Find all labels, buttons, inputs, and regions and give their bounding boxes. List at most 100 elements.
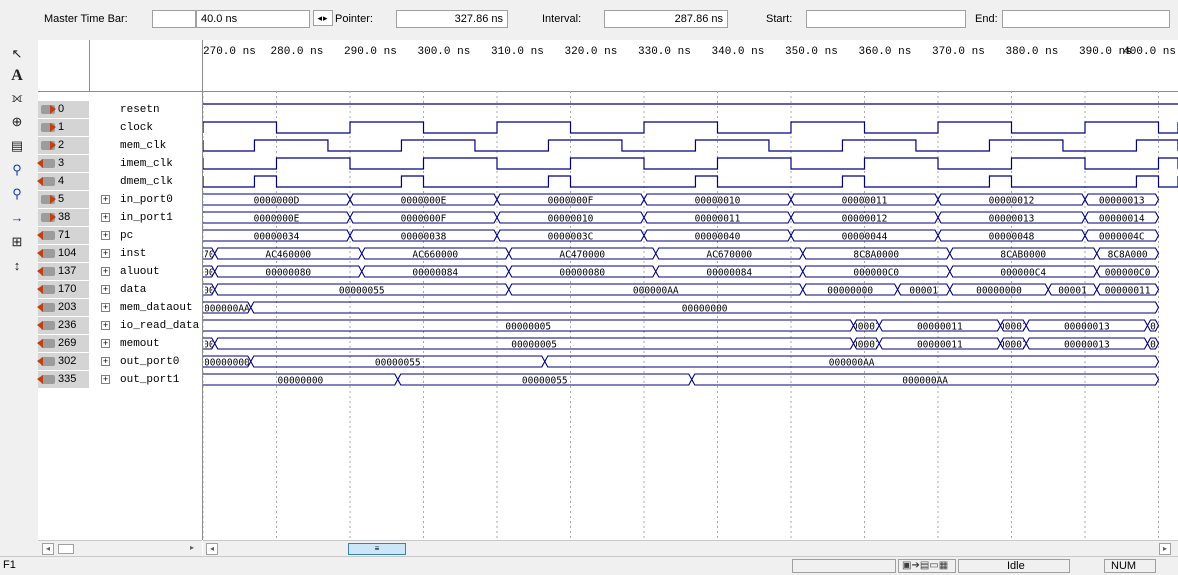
signal-id: 170 [37, 281, 89, 299]
signal-id: 1 [38, 119, 89, 137]
signal-id: 203 [37, 299, 89, 317]
expand-bus-icon[interactable]: + [101, 213, 110, 222]
expand-bus-icon[interactable]: + [101, 195, 110, 204]
bus-value-label: 00000084 [706, 268, 752, 279]
zoom-tool-icon[interactable]: ⊕ [4, 112, 30, 132]
signal-row-memout[interactable]: 269 + memout [37, 335, 202, 353]
bus-value-label: 000000C0 [853, 268, 899, 279]
time-tick-label: 350.0 ns [785, 46, 838, 58]
sort-tool-icon[interactable]: ↕ [4, 256, 30, 276]
signal-id: 335 [37, 371, 89, 389]
signal-row-mem-clk[interactable]: 2 mem_clk [38, 137, 202, 155]
expand-bus-icon[interactable]: + [101, 375, 110, 384]
find-next-tool-icon[interactable]: ⚲ [4, 184, 30, 204]
interval-field: 287.86 ns [604, 10, 728, 28]
signal-id-number: 137 [58, 265, 77, 277]
signal-id: 0 [38, 101, 89, 119]
signal-row-out-port1[interactable]: 335 + out_port1 [37, 371, 202, 389]
time-tick-label: 270.0 ns [203, 46, 256, 58]
signal-name: inst [120, 248, 147, 260]
signal-row-in-port1[interactable]: 38 + in_port1 [38, 209, 202, 227]
master-time-bar-field[interactable]: 40.0 ns [196, 10, 310, 28]
time-tick-label: 360.0 ns [858, 46, 912, 58]
bus-value-label: 00001 [1058, 286, 1087, 297]
signal-name: pc [120, 230, 134, 242]
signal-name: out_port0 [120, 356, 180, 368]
expand-bus-icon[interactable]: + [101, 321, 110, 330]
selection-tool-icon[interactable]: ↖ [4, 44, 30, 64]
bus-value-label: 00000011 [917, 340, 963, 351]
signal-name: mem_dataout [120, 302, 193, 314]
waveform-tool-strip: ↖ A ⟗ ⊕ ▤ ⚲ ⚲ → ⊞ ↕ [0, 40, 39, 556]
scroll-left-icon[interactable]: ◂ [42, 543, 54, 555]
output-pin-icon [37, 159, 55, 168]
expand-bus-icon[interactable]: + [101, 303, 110, 312]
bus-value-label: 8C8A0000 [853, 250, 899, 261]
waveform-editing-tool-icon[interactable]: ⟗ [4, 88, 30, 108]
time-bar-arrows[interactable]: ◂▸ [313, 10, 333, 26]
bus-value-label: 00000010 [695, 196, 741, 207]
expand-bus-icon[interactable]: + [101, 285, 110, 294]
time-tick-label: 300.0 ns [417, 46, 471, 58]
signal-row-out-port0[interactable]: 302 + out_port0 [37, 353, 202, 371]
expand-bus-icon[interactable]: + [101, 231, 110, 240]
expand-bus-icon[interactable]: + [101, 249, 110, 258]
bus-value-label: 00000000 [278, 376, 324, 387]
master-time-bar-spacer [152, 10, 196, 28]
signal-name: aluout [120, 266, 160, 278]
text-tool-icon[interactable]: A [4, 66, 30, 86]
signal-row-imem-clk[interactable]: 3 imem_clk [37, 155, 202, 173]
signal-row-pc[interactable]: 71 + pc [37, 227, 202, 245]
name-panel-scrollbar[interactable]: ◂ ▸ [38, 540, 202, 557]
signal-id: 4 [37, 173, 89, 191]
signal-row-resetn[interactable]: 0 resetn [38, 101, 202, 119]
bus-value-label: 00000080 [265, 268, 311, 279]
signal-name: memout [120, 338, 160, 350]
signal-row-io-read-data[interactable]: 236 + io_read_data [37, 317, 202, 335]
signal-id-number: 203 [58, 301, 77, 313]
output-pin-icon [37, 357, 55, 366]
waveform-panel[interactable]: 270.0 ns 280.0 ns 290.0 ns 300.0 ns 310.0 ns… [203, 40, 1178, 540]
scroll-left-icon[interactable]: ◂ [206, 543, 218, 555]
find-tool-icon[interactable]: ⚲ [4, 160, 30, 180]
signal-id-number: 236 [58, 319, 77, 331]
scroll-right-icon[interactable]: ▸ [186, 543, 198, 555]
signal-id-number: 170 [58, 283, 77, 295]
signal-row-clock[interactable]: 1 clock [38, 119, 202, 137]
name-scroll-thumb[interactable] [58, 544, 74, 554]
signal-name: in_port0 [120, 194, 173, 206]
output-pin-icon [37, 177, 55, 186]
signal-row-in-port0[interactable]: 5 + in_port0 [38, 191, 202, 209]
expand-bus-icon[interactable]: + [101, 357, 110, 366]
pointer-field: 327.86 ns [396, 10, 508, 28]
scroll-right-icon[interactable]: ▸ [1159, 543, 1171, 555]
signal-id: 104 [37, 245, 89, 263]
expand-bus-icon[interactable]: + [101, 339, 110, 348]
bus-value-label: 00000000 [827, 286, 873, 297]
signal-id-number: 3 [58, 157, 65, 169]
progress-icons: ▣➔▤▭▦ [898, 559, 956, 573]
bus-value-label: 000000AA [902, 376, 948, 387]
bus-value-label: 00001 [999, 340, 1028, 351]
bus-value-label: AC660000 [412, 250, 458, 261]
time-tick-label: 380.0 ns [1005, 46, 1059, 58]
bus-value-label: 00000084 [412, 268, 458, 279]
bus-value-label: 00000044 [842, 232, 888, 243]
fit-window-tool-icon[interactable]: ▤ [4, 136, 30, 156]
expand-bus-icon[interactable]: + [101, 267, 110, 276]
waveform-canvas[interactable]: 0000000D 0000000E 0000000F 00000010 00000011… [203, 91, 1178, 540]
signal-row-data[interactable]: 170 + data [37, 281, 202, 299]
signal-row-aluout[interactable]: 137 + aluout [37, 263, 202, 281]
signal-row-dmem-clk[interactable]: 4 dmem_clk [37, 173, 202, 191]
signal-row-inst[interactable]: 104 + inst [37, 245, 202, 263]
group-tool-icon[interactable]: ⊞ [4, 232, 30, 252]
signal-id-number: 335 [58, 373, 77, 385]
time-scale-ruler[interactable]: 270.0 ns 280.0 ns 290.0 ns 300.0 ns 310.0 ns… [203, 40, 1178, 92]
input-pin-icon [41, 213, 56, 222]
pointer-label: Pointer: [335, 13, 373, 25]
waveform-scroll-thumb[interactable]: ≡ [348, 543, 406, 555]
waveform-horizontal-scrollbar[interactable]: ◂ ≡ ▸ [203, 540, 1178, 557]
signal-row-mem-dataout[interactable]: 203 + mem_dataout [37, 299, 202, 317]
bus-value-label: 00000013 [1064, 340, 1110, 351]
next-transition-tool-icon[interactable]: → [4, 208, 30, 228]
